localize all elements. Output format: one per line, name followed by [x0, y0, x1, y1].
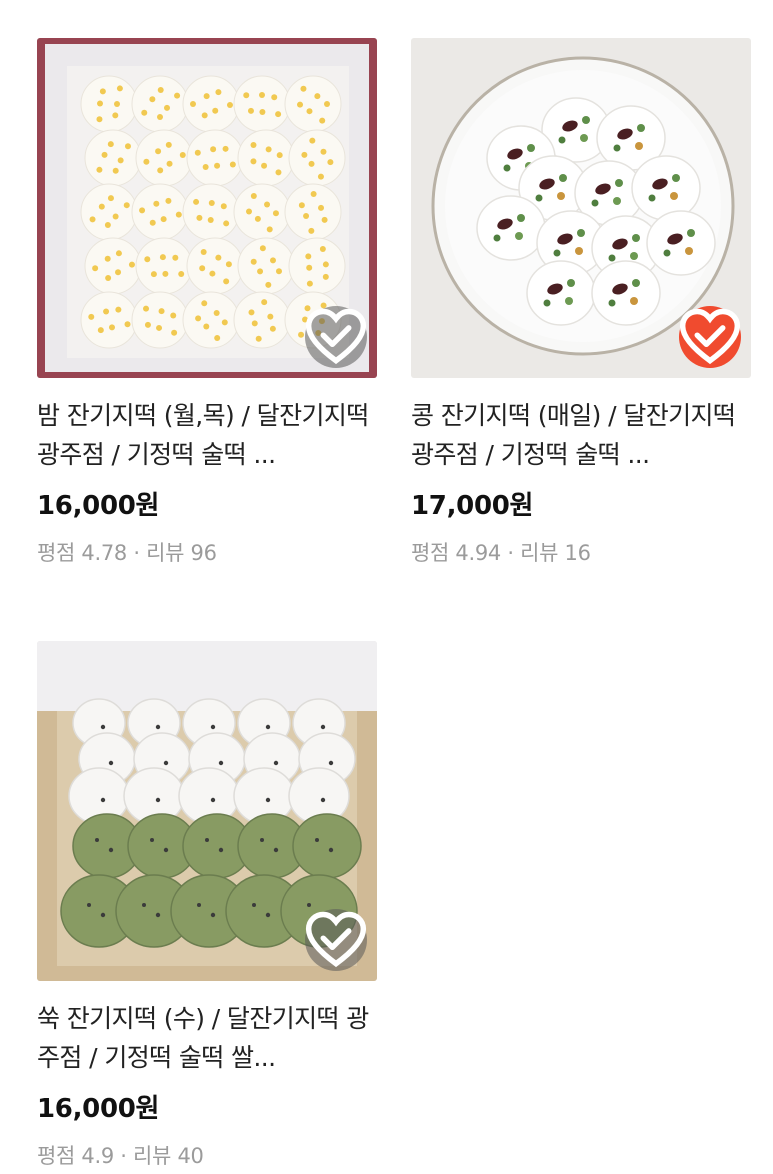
product-title[interactable]: 콩 잔기지떡 (매일) / 달잔기지떡 광주점 / 기정떡 술떡 ... [411, 396, 751, 474]
wishlist-button[interactable] [305, 306, 367, 368]
wishlist-button[interactable] [679, 306, 741, 368]
product-rating: 평점 4.78 · 리뷰 96 [37, 541, 217, 565]
product-price: 16,000원 [37, 491, 160, 521]
heart-check-icon [679, 308, 741, 365]
product-rating: 평점 4.9 · 리뷰 40 [37, 1144, 204, 1168]
product-card[interactable]: 밤 잔기지떡 (월,목) / 달잔기지떡 광주점 / 기정떡 술떡 ... 16… [37, 38, 377, 567]
product-card[interactable]: 쑥 잔기지떡 (수) / 달잔기지떡 광주점 / 기정떡 술떡 쌀... 16,… [37, 641, 377, 1170]
product-image[interactable] [37, 641, 377, 981]
product-image[interactable] [37, 38, 377, 378]
product-title[interactable]: 밤 잔기지떡 (월,목) / 달잔기지떡 광주점 / 기정떡 술떡 ... [37, 396, 377, 474]
heart-check-icon [305, 911, 367, 968]
product-card[interactable]: 콩 잔기지떡 (매일) / 달잔기지떡 광주점 / 기정떡 술떡 ... 17,… [411, 38, 751, 567]
product-price: 17,000원 [411, 491, 534, 521]
wishlist-button[interactable] [305, 909, 367, 971]
product-price: 16,000원 [37, 1094, 160, 1124]
heart-check-icon [305, 308, 367, 365]
product-rating: 평점 4.94 · 리뷰 16 [411, 541, 591, 565]
product-title[interactable]: 쑥 잔기지떡 (수) / 달잔기지떡 광주점 / 기정떡 술떡 쌀... [37, 999, 377, 1077]
product-image[interactable] [411, 38, 751, 378]
